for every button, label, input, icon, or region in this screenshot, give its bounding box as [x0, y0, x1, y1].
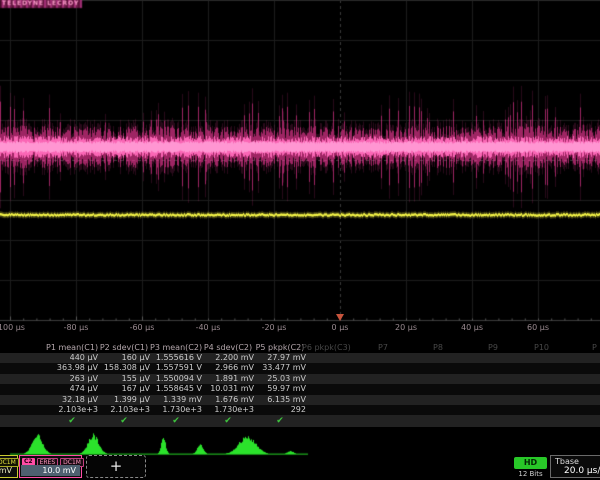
measurement-cell: 1.557591 V: [144, 363, 202, 373]
measurement-cell: 1.676 mV: [196, 395, 254, 405]
measurement-cell: 25.03 mV: [248, 374, 306, 384]
measurement-row: 363.98 µV158.308 µV1.557591 V2.966 mV33.…: [0, 363, 600, 373]
measurement-status-row: ✔✔✔✔✔: [0, 415, 600, 427]
measurement-header[interactable]: P2 sdev(C1): [98, 342, 150, 353]
time-axis-label: -80 µs: [64, 323, 89, 332]
measurement-cell: 1.555616 V: [144, 353, 202, 363]
measurement-cell: 6.135 mV: [248, 395, 306, 405]
time-axis-label: -100 µs: [0, 323, 25, 332]
measurement-cell: 27.97 mV: [248, 353, 306, 363]
measurement-header[interactable]: P5 pkpk(C2): [254, 342, 306, 353]
measurement-header-inactive[interactable]: P: [592, 342, 597, 353]
measurement-header-inactive[interactable]: P10: [534, 342, 549, 353]
status-checkmark: ✔: [98, 415, 150, 427]
c2-scale-value: 10.0 mV: [21, 465, 80, 476]
oscilloscope-screen: TELEDYNE LECROY -100 µs -80 µs -60 µs -40 µ…: [0, 0, 600, 480]
add-trace-button[interactable]: +: [86, 455, 146, 478]
time-axis-label: 20 µs: [395, 323, 417, 332]
measurement-cell: 2.103e+3: [92, 405, 150, 415]
time-axis-label: 0 µs: [332, 323, 349, 332]
status-checkmark: ✔: [202, 415, 254, 427]
measurement-row: 474 µV167 µV1.558645 V10.031 mV59.97 mV: [0, 384, 600, 394]
measurement-cell: 1.339 mV: [144, 395, 202, 405]
measurement-cell: 2.200 mV: [196, 353, 254, 363]
trigger-position-marker[interactable]: [336, 314, 344, 321]
measurement-cell: 474 µV: [40, 384, 98, 394]
measurement-cell: 33.477 mV: [248, 363, 306, 373]
top-left-trace-label: TELEDYNE LECROY: [0, 0, 82, 8]
channel-descriptor-c1[interactable]: DC1M 10.0 mV: [0, 455, 18, 478]
timebase-descriptor[interactable]: Tbase 20.0 µs/div: [550, 455, 600, 478]
measurement-cell: 292: [248, 405, 306, 415]
timebase-value: 20.0 µs/div: [564, 466, 600, 476]
measurement-cell: 363.98 µV: [40, 363, 98, 373]
measurement-cell: 59.97 mV: [248, 384, 306, 394]
measurement-header[interactable]: P1 mean(C1): [46, 342, 98, 353]
measurement-table: P1 mean(C1)P2 sdev(C1)P3 mean(C2)P4 sdev…: [0, 342, 600, 430]
measurement-cell: 263 µV: [40, 374, 98, 384]
hd-badge-label: HD: [524, 458, 537, 467]
time-axis-label: -40 µs: [196, 323, 221, 332]
measurement-cell: 160 µV: [92, 353, 150, 363]
status-checkmark: ✔: [150, 415, 202, 427]
measurement-cell: 10.031 mV: [196, 384, 254, 394]
timebase-label: Tbase: [555, 457, 579, 466]
measurement-header-inactive[interactable]: P9: [488, 342, 498, 353]
measurement-cell: 167 µV: [92, 384, 150, 394]
time-axis-label: 60 µs: [527, 323, 549, 332]
measurement-cell: 1.891 mV: [196, 374, 254, 384]
measurement-cell: 2.966 mV: [196, 363, 254, 373]
measurement-cell: 1.558645 V: [144, 384, 202, 394]
time-axis-label: -60 µs: [130, 323, 155, 332]
time-axis-label: 40 µs: [461, 323, 483, 332]
c1-scale-value: 10.0 mV: [0, 465, 16, 476]
measurement-header-inactive[interactable]: P6 pkpk(C3): [302, 342, 351, 353]
measurement-cell: 155 µV: [92, 374, 150, 384]
status-checkmark: ✔: [46, 415, 98, 427]
time-axis-label: -20 µs: [262, 323, 287, 332]
measurement-header[interactable]: P4 sdev(C2): [202, 342, 254, 353]
measurement-row: 440 µV160 µV1.555616 V2.200 mV27.97 mV: [0, 353, 600, 363]
measurement-header[interactable]: P3 mean(C2): [150, 342, 202, 353]
measurement-cell: 1.730e+3: [144, 405, 202, 415]
hd-bits-label: 12 Bits: [510, 470, 551, 478]
measurement-cell: 2.103e+3: [40, 405, 98, 415]
measurement-cell: 1.730e+3: [196, 405, 254, 415]
measurement-row: 32.18 µV1.399 µV1.339 mV1.676 mV6.135 mV: [0, 395, 600, 405]
plus-icon: +: [110, 457, 123, 475]
measurement-header-inactive[interactable]: P8: [433, 342, 443, 353]
status-checkmark: ✔: [254, 415, 306, 427]
measurement-row: 263 µV155 µV1.550094 V1.891 mV25.03 mV: [0, 374, 600, 384]
measurement-cell: 158.308 µV: [92, 363, 150, 373]
measurement-cell: 32.18 µV: [40, 395, 98, 405]
channel-descriptor-c2[interactable]: C2 ERES DC1M 10.0 mV: [19, 455, 82, 478]
hd-mode-badge[interactable]: HD: [514, 457, 547, 469]
measurement-header-inactive[interactable]: P7: [378, 342, 388, 353]
measurement-row: 2.103e+32.103e+31.730e+31.730e+3292: [0, 405, 600, 415]
measurement-cell: 1.550094 V: [144, 374, 202, 384]
measurement-cell: 440 µV: [40, 353, 98, 363]
measurement-cell: 1.399 µV: [92, 395, 150, 405]
time-axis-labels: -100 µs -80 µs -60 µs -40 µs -20 µs 0 µs 20 µs…: [0, 323, 600, 335]
